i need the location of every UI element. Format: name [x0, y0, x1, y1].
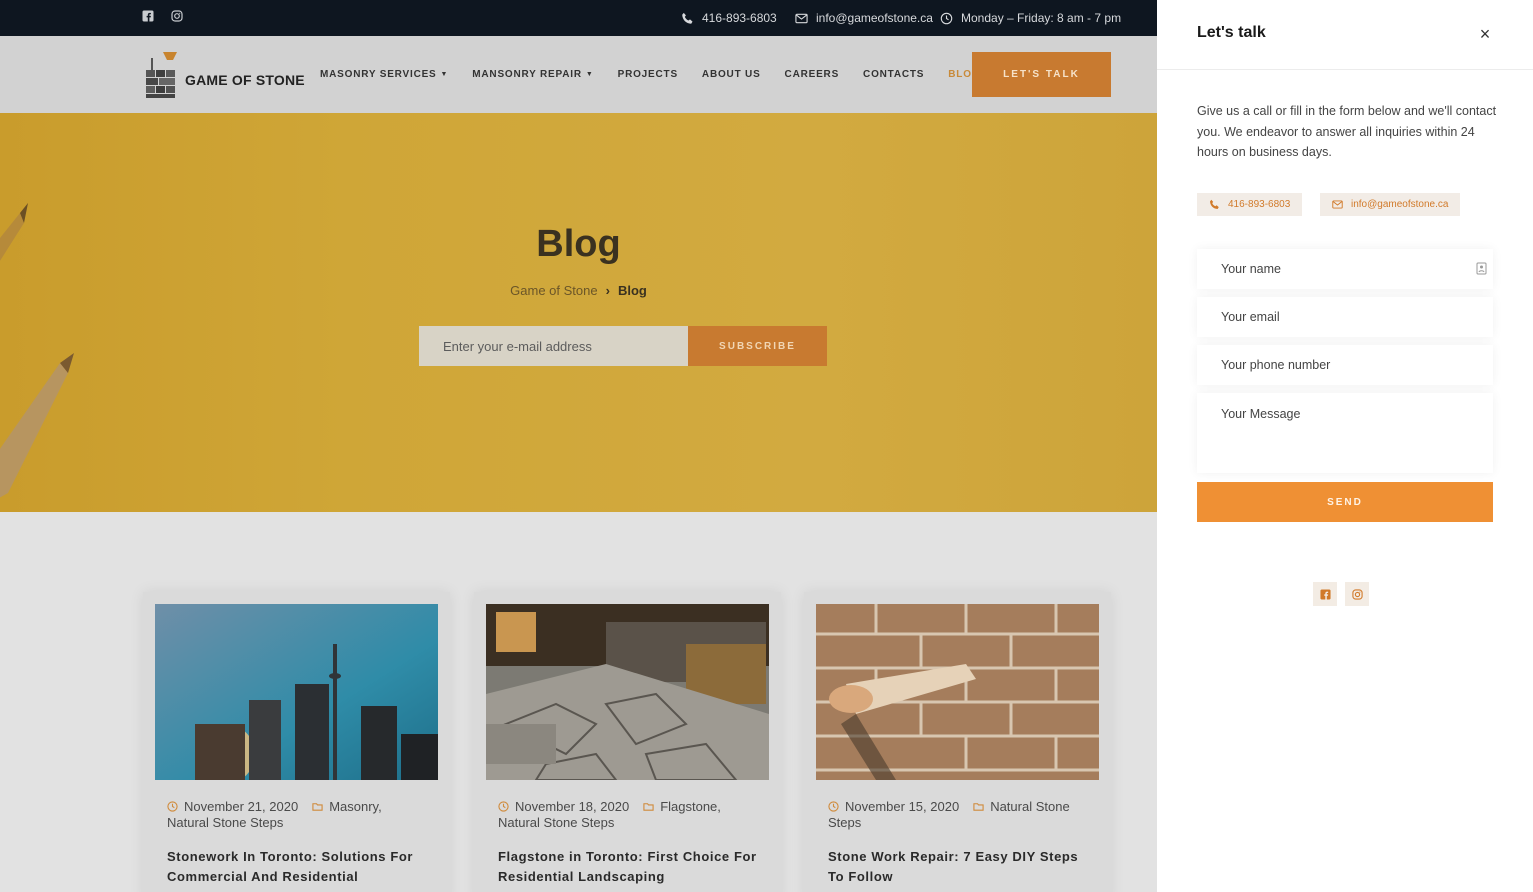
blog-card[interactable]: November 21, 2020 Masonry, Natural Stone … — [143, 592, 450, 892]
mail-icon — [795, 13, 808, 23]
panel-phone-chip[interactable]: 416-893-6803 — [1197, 193, 1303, 216]
lets-talk-button[interactable]: LET'S TALK — [972, 52, 1111, 97]
blog-card[interactable]: November 15, 2020 Natural Stone Steps Sto… — [804, 592, 1111, 892]
post-category-link[interactable]: Steps — [828, 815, 861, 830]
close-icon[interactable]: × — [1475, 24, 1495, 44]
nav-item-projects[interactable]: PROJECTS — [618, 69, 678, 80]
hero-banner: Blog Game of Stone › Blog SUBSCRIBE — [0, 113, 1157, 512]
post-date: November 15, 2020 — [845, 799, 960, 814]
logo-mark-icon — [146, 52, 177, 98]
nav-item-label: CONTACTS — [863, 69, 925, 80]
facebook-icon[interactable] — [142, 10, 154, 22]
topbar-email[interactable]: info@gameofstone.ca — [795, 0, 933, 36]
post-thumbnail[interactable] — [486, 604, 769, 780]
panel-email-chip[interactable]: info@gameofstone.ca — [1320, 193, 1461, 216]
nav-item-label: PROJECTS — [617, 69, 678, 80]
lets-talk-panel: Let's talk × Give us a call or fill in t… — [1157, 0, 1533, 892]
topbar-email-text: info@gameofstone.ca — [816, 11, 933, 25]
post-date: November 18, 2020 — [515, 799, 630, 814]
post-category-link[interactable]: Masonry, — [329, 799, 382, 814]
post-category-link[interactable]: Natural Stone Steps — [498, 815, 614, 830]
topbar-phone[interactable]: 416-893-6803 — [681, 0, 777, 36]
topbar-hours: Monday – Friday: 8 am - 7 pm — [940, 0, 1121, 36]
phone-icon — [682, 12, 693, 24]
page-title: Blog — [536, 223, 621, 265]
email-field[interactable] — [1197, 297, 1493, 337]
post-meta: November 15, 2020 Natural Stone Steps — [828, 799, 1098, 831]
nav-item-masonry-repair[interactable]: MANSONRY REPAIR ▼ — [472, 69, 593, 80]
post-date: November 21, 2020 — [184, 799, 299, 814]
clock-icon — [940, 12, 953, 24]
nav-item-label: MANSONRY REPAIR — [472, 69, 582, 80]
post-thumbnail[interactable] — [155, 604, 438, 780]
breadcrumb-separator: › — [605, 283, 610, 298]
subscribe-email-input[interactable] — [419, 326, 688, 366]
topbar-phone-text: 416-893-6803 — [702, 11, 777, 25]
post-meta: November 18, 2020 Flagstone, Natural Ston… — [498, 799, 768, 831]
panel-facebook-link[interactable] — [1313, 582, 1337, 606]
contact-card-icon — [1476, 262, 1487, 275]
facebook-icon — [1319, 588, 1331, 600]
nav-item-label: CAREERS — [784, 69, 840, 80]
breadcrumb: Game of Stone › Blog — [0, 283, 1157, 298]
nav-item-label: ABOUT US — [701, 69, 761, 80]
clock-icon — [498, 801, 509, 812]
panel-header: Let's talk × — [1157, 0, 1533, 70]
message-field[interactable] — [1197, 393, 1493, 473]
instagram-icon[interactable] — [171, 10, 183, 22]
nav-item-about-us[interactable]: ABOUT US — [702, 69, 761, 80]
phone-field[interactable] — [1197, 345, 1493, 385]
main-nav: MASONRY SERVICES ▼ MANSONRY REPAIR ▼ PROJE… — [320, 36, 1004, 113]
brick-repair-image — [816, 604, 1099, 780]
folder-icon — [312, 803, 323, 811]
panel-title: Let's talk — [1197, 24, 1266, 41]
logo-text: GAME OF STONE — [185, 72, 305, 88]
logo[interactable]: GAME OF STONE — [143, 50, 305, 100]
name-field[interactable] — [1197, 249, 1493, 289]
mail-icon — [1332, 200, 1343, 209]
post-thumbnail[interactable] — [816, 604, 1099, 780]
panel-email-text: info@gameofstone.ca — [1351, 199, 1449, 210]
panel-phone-text: 416-893-6803 — [1228, 199, 1291, 210]
post-title[interactable]: Flagstone in Toronto: First Choice For R… — [498, 847, 768, 887]
folder-icon — [643, 803, 654, 811]
nav-item-careers[interactable]: CAREERS — [785, 69, 840, 80]
toronto-skyline-image — [155, 604, 438, 780]
chevron-down-icon: ▼ — [585, 71, 594, 78]
flagstone-patio-image — [486, 604, 769, 780]
blog-card[interactable]: November 18, 2020 Flagstone, Natural Ston… — [474, 592, 781, 892]
nav-item-masonry-services[interactable]: MASONRY SERVICES ▼ — [320, 69, 448, 80]
post-category-link[interactable]: Flagstone, — [660, 799, 721, 814]
clock-icon — [828, 801, 839, 812]
panel-instagram-link[interactable] — [1345, 582, 1369, 606]
chevron-down-icon: ▼ — [440, 71, 449, 78]
subscribe-button[interactable]: SUBSCRIBE — [688, 326, 827, 366]
post-title[interactable]: Stone Work Repair: 7 Easy DIY Steps To F… — [828, 847, 1098, 887]
instagram-icon — [1351, 588, 1363, 600]
nav-item-contacts[interactable]: CONTACTS — [863, 69, 924, 80]
post-title[interactable]: Stonework In Toronto: Solutions For Comm… — [167, 847, 437, 887]
top-bar: 416-893-6803 info@gameofstone.ca Monday … — [0, 0, 1157, 36]
post-meta: November 21, 2020 Masonry, Natural Stone … — [167, 799, 437, 831]
send-button[interactable]: SEND — [1197, 482, 1493, 522]
panel-description: Give us a call or fill in the form below… — [1197, 104, 1497, 159]
site-header: GAME OF STONE MASONRY SERVICES ▼ MANSONRY… — [0, 36, 1157, 113]
pencil-decoration-icon — [0, 353, 74, 498]
post-category-link[interactable]: Natural Stone Steps — [167, 815, 283, 830]
post-category-link[interactable]: Natural Stone — [990, 799, 1070, 814]
nav-item-label: MASONRY SERVICES — [320, 69, 437, 80]
breadcrumb-current: Blog — [617, 283, 647, 298]
breadcrumb-home-link[interactable]: Game of Stone — [510, 283, 597, 298]
clock-icon — [167, 801, 178, 812]
phone-icon — [1210, 199, 1219, 209]
topbar-hours-text: Monday – Friday: 8 am - 7 pm — [961, 11, 1122, 25]
folder-icon — [973, 803, 984, 811]
